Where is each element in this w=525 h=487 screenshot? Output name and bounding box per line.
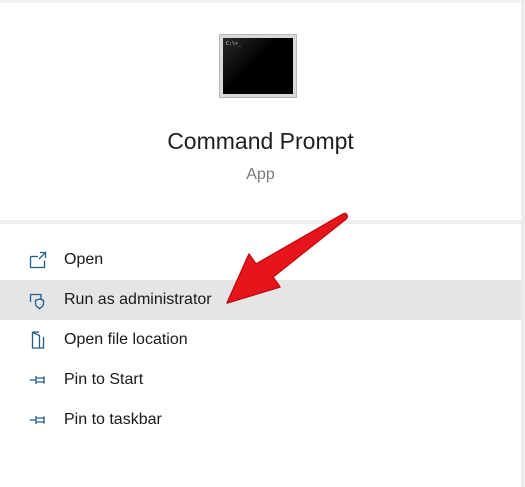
menu-item-label: Pin to taskbar bbox=[64, 411, 162, 428]
menu-item-pin-to-taskbar[interactable]: Pin to taskbar bbox=[0, 400, 521, 440]
menu-item-label: Open bbox=[64, 251, 104, 268]
menu-item-open-file-location[interactable]: Open file location bbox=[0, 320, 521, 360]
menu-item-open[interactable]: Open bbox=[0, 240, 521, 280]
menu-item-pin-to-start[interactable]: Pin to Start bbox=[0, 360, 521, 400]
file-location-icon bbox=[28, 330, 48, 350]
app-title: Command Prompt bbox=[167, 128, 354, 154]
console-prompt-text: C:\>_ bbox=[226, 41, 242, 47]
pin-icon bbox=[28, 410, 48, 430]
menu-item-label: Pin to Start bbox=[64, 371, 144, 388]
section-divider bbox=[0, 220, 521, 224]
menu-item-label: Open file location bbox=[64, 331, 188, 348]
console-screen: C:\>_ bbox=[223, 38, 293, 94]
app-header: C:\>_ Command Prompt App bbox=[0, 0, 521, 220]
menu-item-run-as-administrator[interactable]: Run as administrator bbox=[0, 280, 521, 320]
open-window-icon bbox=[28, 250, 48, 270]
scrollbar-track bbox=[521, 0, 525, 487]
context-menu: Open Run as administrator Open file loca… bbox=[0, 240, 521, 440]
shield-icon bbox=[28, 290, 48, 310]
menu-item-label: Run as administrator bbox=[64, 291, 212, 308]
pin-icon bbox=[28, 370, 48, 390]
app-subtitle: App bbox=[246, 166, 275, 183]
command-prompt-app-icon: C:\>_ bbox=[219, 34, 297, 98]
